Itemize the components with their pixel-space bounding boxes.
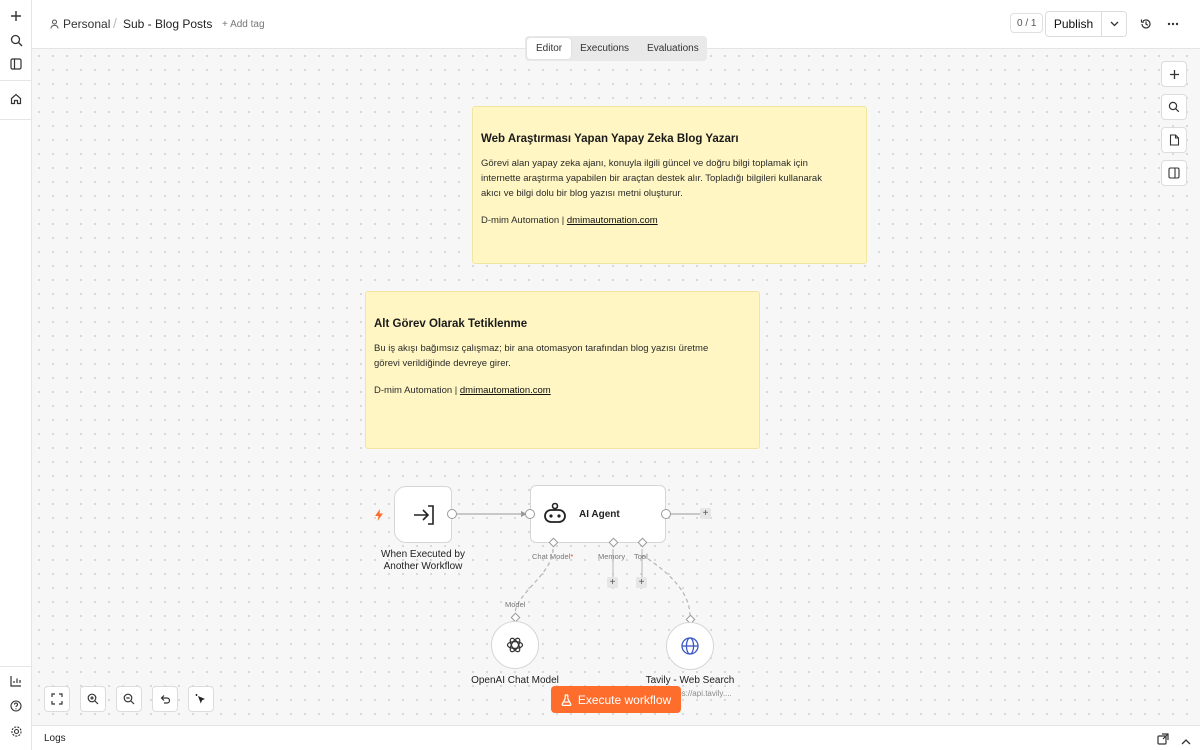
breadcrumb-project-label: Personal (63, 17, 111, 31)
tab-evaluations[interactable]: Evaluations (638, 38, 708, 59)
trigger-node[interactable] (394, 486, 452, 543)
chevron-up-icon[interactable] (1181, 733, 1191, 750)
trigger-label-line: When Executed by (381, 549, 465, 560)
publish-button[interactable]: Publish (1046, 12, 1102, 36)
tab-executions[interactable]: Executions (571, 38, 638, 59)
zoom-out-button[interactable] (116, 686, 142, 712)
openai-icon (505, 635, 525, 660)
connections-layer (457, 511, 700, 617)
lightning-icon (374, 508, 384, 526)
insights-icon[interactable] (6, 671, 26, 691)
trigger-output-handle[interactable] (447, 509, 457, 519)
search-icon[interactable] (6, 30, 26, 50)
openai-chat-model-node[interactable] (491, 621, 539, 669)
zoom-in-icon (87, 693, 99, 705)
settings-icon[interactable] (6, 721, 26, 741)
cursor-sparkle-icon (195, 693, 208, 706)
sign-in-icon (412, 503, 436, 532)
workflow-canvas[interactable]: Web Araştırması Yapan Yapay Zeka Blog Ya… (32, 49, 1200, 725)
agent-input-handle[interactable] (525, 509, 535, 519)
add-tool-button[interactable]: + (636, 577, 647, 588)
undo-icon (159, 693, 171, 705)
agent-output-handle[interactable] (661, 509, 671, 519)
tab-editor[interactable]: Editor (527, 38, 572, 59)
trigger-node-label: When Executed by Another Workflow (368, 549, 478, 573)
memory-handle-label: Memory (598, 552, 626, 561)
trigger-label-line: Another Workflow (383, 561, 463, 572)
fit-view-icon (51, 693, 63, 705)
ai-agent-label: AI Agent (579, 509, 620, 520)
flask-icon (561, 693, 572, 706)
workflow-name[interactable]: Sub - Blog Posts (123, 17, 212, 31)
rail-divider (0, 666, 32, 667)
robot-icon (542, 502, 568, 531)
execute-workflow-label: Execute workflow (577, 692, 672, 707)
tool-connection[interactable] (641, 554, 691, 617)
undo-button[interactable] (152, 686, 178, 712)
chevron-down-icon (1110, 21, 1119, 27)
view-tabs: Editor Executions Evaluations (525, 36, 707, 61)
zoom-out-icon (123, 693, 135, 705)
logs-bar[interactable]: Logs (32, 725, 1200, 750)
version-counter: 0 / 1 (1010, 13, 1044, 33)
home-icon[interactable] (6, 89, 26, 109)
logs-label: Logs (44, 733, 66, 744)
chat-model-handle-label: Chat Model* (532, 552, 573, 561)
add-next-node-button[interactable]: + (700, 508, 711, 519)
execute-workflow-button[interactable]: Execute workflow (551, 686, 681, 713)
plus-icon[interactable] (6, 6, 26, 26)
globe-icon (680, 636, 700, 661)
breadcrumb-project[interactable]: Personal (50, 17, 110, 31)
publish-options-button[interactable] (1102, 12, 1126, 36)
rail-divider (0, 80, 32, 81)
ai-agent-node[interactable]: AI Agent (530, 485, 666, 543)
rail-divider (0, 119, 32, 120)
chat-model-label-text: Chat Model (532, 552, 571, 561)
model-input-label: Model (505, 600, 526, 609)
breadcrumb-separator: / (113, 15, 117, 31)
user-icon (50, 19, 59, 29)
panel-icon[interactable] (6, 54, 26, 74)
zoom-in-button[interactable] (80, 686, 106, 712)
tavily-web-search-node[interactable] (666, 622, 714, 670)
tidy-up-button[interactable] (188, 686, 214, 712)
add-tag-button[interactable]: + Add tag (222, 19, 265, 30)
more-options-icon[interactable] (1163, 14, 1183, 34)
help-icon[interactable] (6, 696, 26, 716)
tool-handle-label: Tool (634, 552, 648, 561)
pop-out-icon[interactable] (1157, 732, 1169, 750)
publish-group: Publish (1045, 11, 1127, 37)
fit-view-button[interactable] (44, 686, 70, 712)
left-rail (0, 0, 32, 750)
history-icon[interactable] (1136, 14, 1156, 34)
required-marker: * (570, 552, 574, 561)
add-memory-button[interactable]: + (607, 577, 618, 588)
